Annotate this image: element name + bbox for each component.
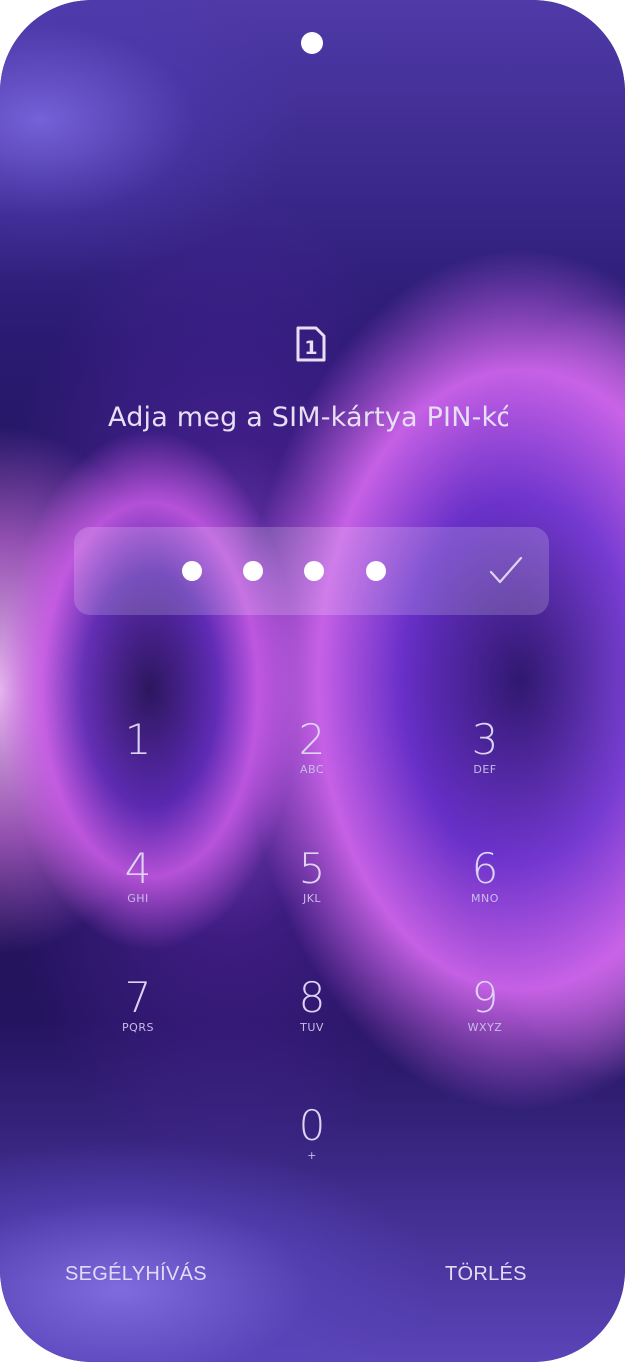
key-digit: 5 — [298, 844, 326, 893]
key-3[interactable]: 3 DEF — [425, 716, 545, 816]
key-6[interactable]: 6 MNO — [425, 845, 545, 945]
emergency-call-button[interactable]: SEGÉLYHÍVÁS — [65, 1260, 207, 1288]
key-digit: 7 — [124, 973, 152, 1022]
key-4[interactable]: 4 GHI — [78, 845, 198, 945]
key-letters: WXYZ — [467, 1021, 503, 1034]
key-7[interactable]: 7 PQRS — [78, 974, 198, 1074]
pin-dot — [182, 561, 202, 581]
pin-dot — [366, 561, 386, 581]
key-8[interactable]: 8 TUV — [252, 974, 372, 1074]
lock-screen: 1 Adja meg a SIM-kártya PIN-kódját 1 2 A… — [0, 0, 625, 1362]
key-letters: TUV — [300, 1021, 324, 1034]
key-digit: 3 — [471, 715, 499, 764]
key-letters: ABC — [299, 763, 325, 776]
sim-slot-number: 1 — [304, 337, 317, 359]
key-digit: 4 — [124, 844, 152, 893]
key-letters: DEF — [473, 763, 497, 776]
sim-card-icon: 1 — [294, 325, 328, 363]
key-digit: 6 — [471, 844, 499, 893]
key-digit: 9 — [471, 973, 499, 1022]
front-camera — [301, 32, 323, 54]
key-9[interactable]: 9 WXYZ — [425, 974, 545, 1074]
key-letters: JKL — [302, 892, 322, 905]
key-letters: GHI — [127, 892, 149, 905]
key-digit: 1 — [124, 715, 152, 764]
key-digit: 2 — [298, 715, 326, 764]
pin-entry-field[interactable] — [74, 527, 549, 615]
key-digit: 8 — [298, 973, 326, 1022]
delete-button[interactable]: TÖRLÉS — [445, 1260, 527, 1288]
pin-dot — [243, 561, 263, 581]
key-letters: MNO — [471, 892, 499, 905]
key-1[interactable]: 1 — [78, 716, 198, 816]
key-5[interactable]: 5 JKL — [252, 845, 372, 945]
check-icon[interactable] — [488, 555, 524, 587]
pin-dot — [304, 561, 324, 581]
key-letters: PQRS — [122, 1021, 154, 1034]
key-letters: + — [307, 1149, 317, 1162]
pin-prompt: Adja meg a SIM-kártya PIN-kódját — [108, 402, 508, 433]
key-2[interactable]: 2 ABC — [252, 716, 372, 816]
key-digit: 0 — [298, 1101, 326, 1150]
key-0[interactable]: 0 + — [252, 1102, 372, 1202]
